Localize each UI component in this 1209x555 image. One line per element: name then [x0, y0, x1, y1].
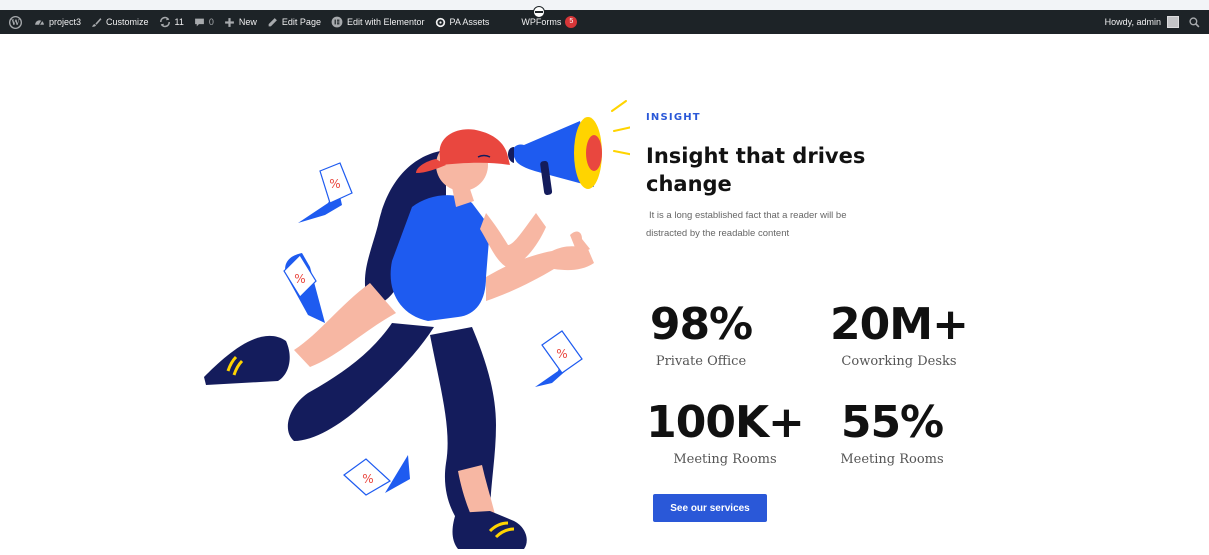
admin-bar: W project3 Customize 11 0 New Edit Page … — [0, 10, 1209, 34]
edit-page-link[interactable]: Edit Page — [262, 10, 326, 34]
refresh-icon — [159, 16, 170, 28]
edit-with-elementor-link[interactable]: Edit with Elementor — [326, 10, 430, 34]
admin-bar-wrapper: W project3 Customize 11 0 New Edit Page … — [0, 0, 1209, 34]
avatar — [1167, 16, 1179, 28]
edit-elementor-label: Edit with Elementor — [346, 17, 425, 27]
stat-value: 55% — [840, 397, 944, 448]
wpforms-label: WPForms — [521, 17, 562, 27]
stat-meeting-rooms-2: 55% Meeting Rooms — [797, 397, 987, 468]
stat-label: Meeting Rooms — [840, 452, 944, 467]
stat-label: Meeting Rooms — [673, 452, 777, 467]
svg-text:%: % — [329, 177, 340, 191]
new-label: New — [238, 17, 257, 27]
my-account-menu[interactable]: Howdy, admin — [1100, 10, 1184, 34]
megaphone-woman-illustration: % % % % — [204, 100, 630, 549]
plus-icon — [225, 17, 234, 27]
wpforms-notification-badge: 5 — [565, 16, 578, 28]
pencil-icon — [268, 17, 277, 26]
updates-link[interactable]: 11 — [154, 10, 189, 34]
stat-label: Coworking Desks — [841, 354, 957, 369]
howdy-greeting: Howdy, admin — [1104, 17, 1161, 27]
stat-value: 98% — [649, 299, 753, 350]
edit-page-label: Edit Page — [281, 17, 321, 27]
site-name-menu[interactable]: project3 — [29, 10, 86, 34]
admin-bar-search[interactable] — [1184, 10, 1209, 34]
site-name: project3 — [49, 17, 82, 27]
stat-label: Private Office — [655, 354, 747, 369]
dashboard-icon — [35, 19, 44, 25]
search-icon — [1189, 16, 1200, 27]
section-heading: Insight that drives change — [646, 144, 866, 196]
comment-icon — [194, 18, 204, 26]
section-eyebrow: INSIGHT — [646, 112, 701, 123]
stat-private-office: 98% Private Office — [606, 299, 796, 370]
svg-text:W: W — [10, 18, 20, 27]
comments-count: 0 — [208, 17, 214, 27]
discount-tag-icon: % — [283, 253, 325, 323]
svg-text:%: % — [556, 347, 567, 361]
pa-assets-icon — [435, 17, 445, 27]
emoji-face-icon — [533, 6, 545, 18]
stat-value: 100K+ — [646, 397, 805, 448]
discount-tag-icon: % — [298, 162, 353, 223]
stat-meeting-rooms: 100K+ Meeting Rooms — [630, 397, 820, 468]
see-our-services-button[interactable]: See our services — [653, 494, 767, 522]
wordpress-menu[interactable]: W — [0, 10, 29, 34]
new-content-menu[interactable]: New — [219, 10, 262, 34]
pa-assets-menu[interactable]: PA Assets — [430, 10, 495, 34]
wordpress-logo-icon: W — [9, 15, 22, 29]
discount-tag-icon: % — [535, 330, 583, 387]
description-text: It is a long established fact that a rea… — [646, 210, 847, 239]
updates-count: 11 — [174, 17, 184, 27]
wpforms-menu[interactable]: WPForms 5 — [516, 10, 582, 34]
pa-assets-label: PA Assets — [449, 17, 490, 27]
elementor-icon — [331, 16, 343, 28]
section-description: It is a long established fact that a rea… — [646, 207, 876, 243]
discount-tag-icon: % — [343, 455, 410, 496]
svg-text:%: % — [362, 472, 373, 486]
customize-link[interactable]: Customize — [86, 10, 154, 34]
stat-value: 20M+ — [830, 299, 969, 350]
customize-label: Customize — [106, 17, 149, 27]
svg-text:%: % — [294, 272, 305, 286]
stat-coworking-desks: 20M+ Coworking Desks — [804, 299, 994, 370]
comments-link[interactable]: 0 — [189, 10, 219, 34]
brush-icon — [92, 17, 102, 27]
